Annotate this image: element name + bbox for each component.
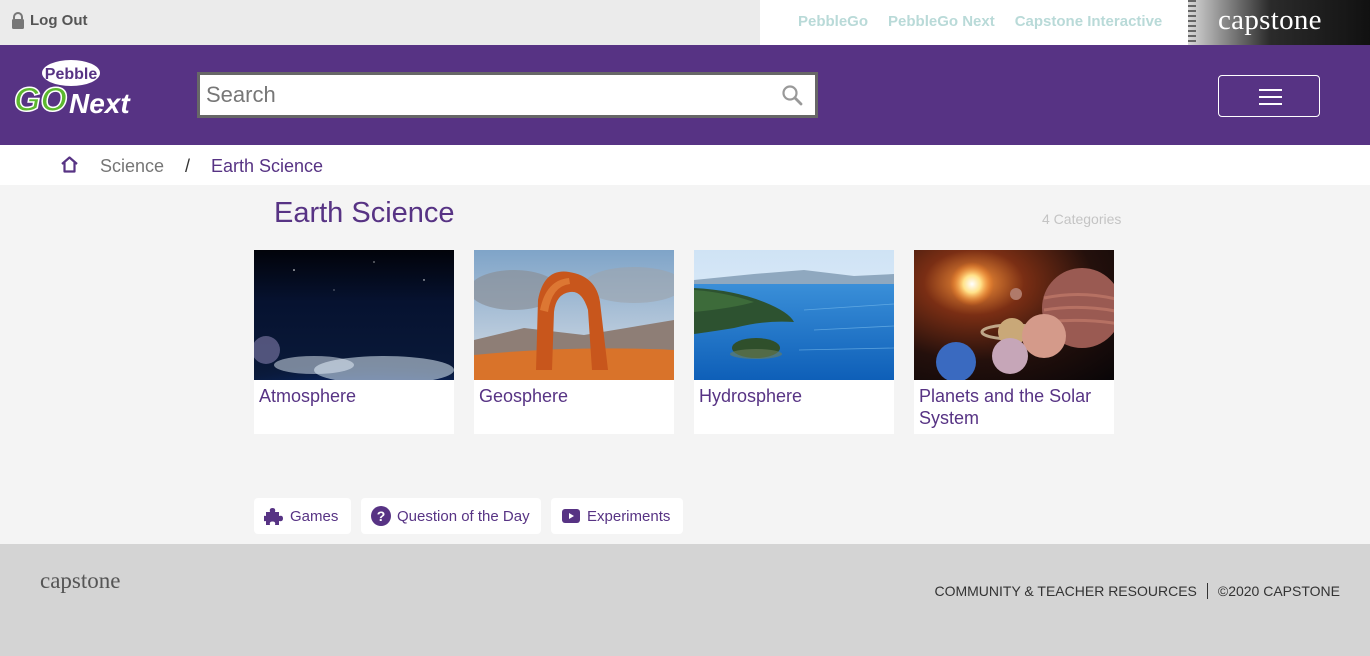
main-header: Pebble GO Next	[0, 45, 1370, 145]
capstone-brand-badge[interactable]: capstone	[1188, 0, 1370, 45]
pebblego-next-logo[interactable]: Pebble GO Next	[14, 58, 154, 118]
video-icon	[562, 509, 580, 523]
search-input[interactable]	[206, 79, 766, 111]
hamburger-icon	[1259, 89, 1282, 110]
category-label: Planets and the Solar System	[919, 386, 1092, 428]
category-card-geosphere[interactable]: Geosphere	[474, 250, 674, 434]
capstone-brand-text: capstone	[1218, 4, 1322, 36]
lake-island-image	[694, 250, 894, 380]
games-button[interactable]: Games	[254, 498, 351, 534]
footer-capstone-logo: capstone	[40, 568, 121, 593]
games-label: Games	[290, 507, 339, 525]
product-links-area: PebbleGo PebbleGo Next Capstone Interact…	[760, 0, 1370, 45]
category-card-planets-and-the-solar-system[interactable]: Planets and the Solar System	[914, 250, 1114, 434]
question-of-the-day-label: Question of the Day	[397, 507, 530, 525]
earth-atmosphere-image	[254, 250, 454, 380]
logout-label: Log Out	[30, 12, 88, 29]
experiments-button[interactable]: Experiments	[551, 498, 683, 534]
top-utility-bar: Log Out PebbleGo PebbleGo Next Capstone …	[0, 0, 1370, 45]
pebblego-next-link[interactable]: PebbleGo Next	[888, 13, 995, 30]
category-label: Atmosphere	[259, 386, 357, 406]
breadcrumb-separator: /	[185, 156, 191, 176]
community-teacher-resources-link[interactable]: COMMUNITY & TEACHER RESOURCES	[934, 583, 1196, 599]
breadcrumb-science-link[interactable]: Science	[100, 156, 164, 177]
lock-icon	[12, 12, 24, 29]
logo-next-text: Next	[69, 88, 131, 118]
category-label: Hydrosphere	[699, 386, 803, 406]
menu-button[interactable]	[1218, 75, 1320, 117]
pebblego-link[interactable]: PebbleGo	[798, 13, 868, 30]
category-card-hydrosphere[interactable]: Hydrosphere	[694, 250, 894, 434]
capstone-interactive-link[interactable]: Capstone Interactive	[1015, 13, 1163, 30]
search-box	[197, 72, 818, 118]
solar-system-image	[914, 250, 1114, 380]
notebook-spiral-decoration	[1188, 0, 1196, 45]
breadcrumb-current: Earth Science	[211, 156, 324, 176]
experiments-label: Experiments	[587, 507, 671, 525]
rock-arch-image	[474, 250, 674, 380]
logo-go-text: GO	[14, 81, 67, 118]
category-card-atmosphere[interactable]: Atmosphere	[254, 250, 454, 434]
footer: capstone COMMUNITY & TEACHER RESOURCES ©…	[0, 544, 1370, 656]
question-icon: ?	[371, 506, 391, 526]
svg-text:?: ?	[377, 508, 386, 524]
search-icon[interactable]	[781, 84, 803, 106]
question-of-the-day-button[interactable]: ? Question of the Day	[361, 498, 541, 534]
category-count: 4 Categories	[1042, 211, 1122, 227]
category-label: Geosphere	[479, 386, 569, 406]
logout-button[interactable]: Log Out	[11, 12, 87, 29]
breadcrumb: Science / Earth Science	[0, 145, 1370, 185]
page-title: Earth Science	[274, 197, 455, 229]
puzzle-icon	[264, 508, 283, 525]
copyright-text: ©2020 CAPSTONE	[1217, 583, 1340, 599]
footer-links: COMMUNITY & TEACHER RESOURCES ©2020 CAPS…	[934, 583, 1340, 599]
home-icon[interactable]	[60, 156, 79, 173]
footer-divider	[1206, 583, 1208, 599]
